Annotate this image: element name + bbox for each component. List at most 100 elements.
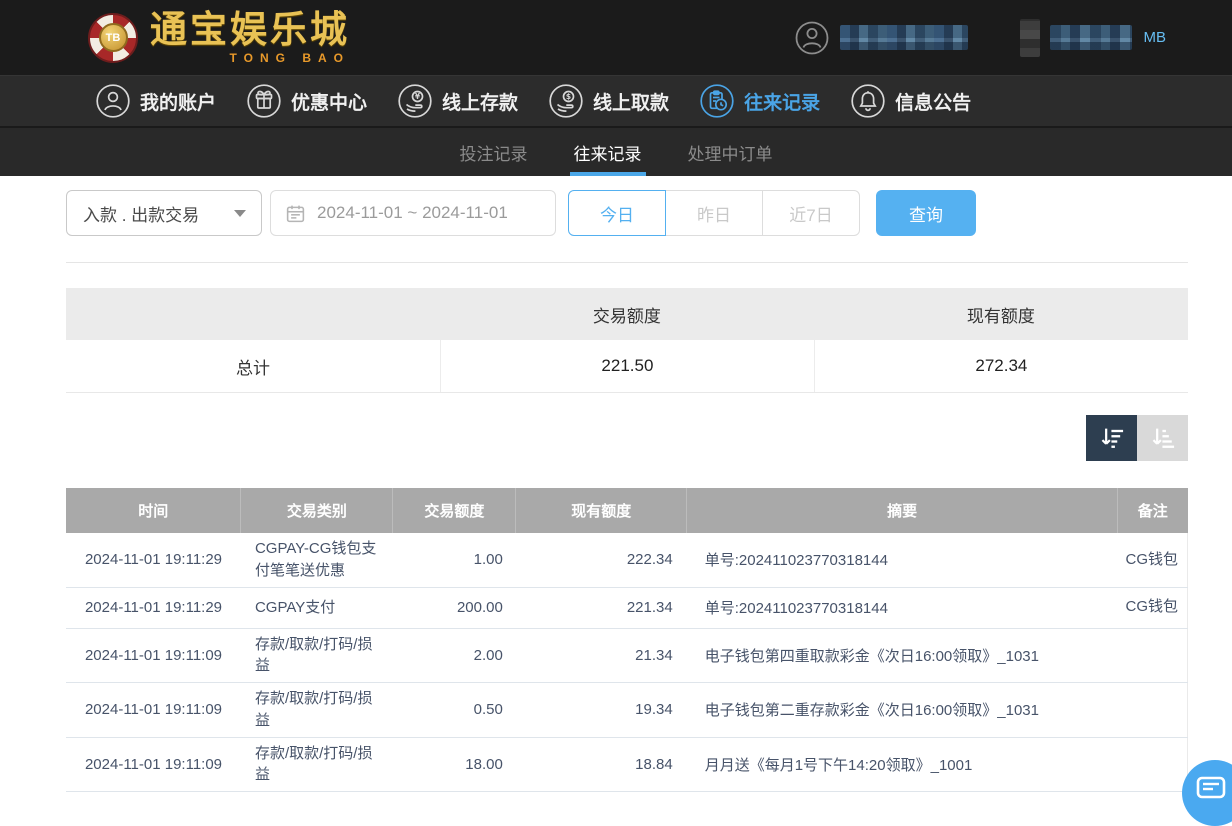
cell-summary: 单号:202411023770318144 [687,587,1118,628]
cell-time: 2024-11-01 19:11:09 [66,628,241,683]
quick-date-group: 今日 昨日 近7日 [568,190,860,236]
yesterday-button[interactable]: 昨日 [665,190,763,236]
poker-chip-icon: TB [88,13,138,63]
cell-balance: 222.34 [516,533,687,587]
bell-icon [850,83,886,119]
withdraw-icon: $ [548,83,584,119]
record-tabs: 投注记录 往来记录 处理中订单 [0,126,1232,176]
nav-my-account[interactable]: 我的账户 [95,83,216,119]
brand-text: 通宝娱乐城 TONG BAO [150,11,350,65]
select-value: 入款 . 出款交易 [83,201,199,226]
cell-remark [1117,628,1187,683]
service-chat-icon [1182,760,1232,826]
cell-amount: 1.00 [393,533,516,587]
cell-amount: 2.00 [393,628,516,683]
cell-remark [1117,737,1187,792]
currency-label: MB [1144,29,1167,46]
col-remarks: 备注 [1117,488,1187,533]
profile-icon [794,20,830,56]
sort-ascending-button[interactable] [1137,415,1188,461]
col-time: 时间 [66,488,241,533]
table-row: 2024-11-01 19:11:09 存款/取款/打码/损益 0.50 19.… [66,683,1188,738]
records-table: 时间 交易类别 交易额度 现有额度 摘要 备注 2024-11-01 19:11… [66,488,1188,792]
cell-time: 2024-11-01 19:11:29 [66,533,241,587]
cell-amount: 18.00 [393,737,516,792]
cell-type: CGPAY-CG钱包支付笔笔送优惠 [241,533,393,587]
nav-label: 线上取款 [593,88,669,115]
col-transaction-amount: 交易额度 [393,488,516,533]
username-redacted [840,25,968,50]
summary-transaction-total: 221.50 [440,340,814,392]
nav-online-deposit[interactable]: ¥ 线上存款 [397,83,518,119]
query-button[interactable]: 查询 [876,190,976,236]
records-icon [699,83,735,119]
nav-transaction-records[interactable]: 往来记录 [699,83,820,119]
table-row: 2024-11-01 19:11:29 CGPAY支付 200.00 221.3… [66,587,1188,628]
balance-icon-redacted [1020,19,1040,57]
main-content: 入款 . 出款交易 2024-11-01 ~ 2024-11-01 今日 昨日 … [66,190,1188,792]
cell-type: 存款/取款/打码/损益 [241,683,393,738]
svg-text:$: $ [566,92,571,101]
brand-name-cn: 通宝娱乐城 [150,11,350,48]
section-divider [66,262,1188,263]
sort-descending-icon [1098,424,1126,452]
gift-icon [246,83,282,119]
last7days-button[interactable]: 近7日 [762,190,860,236]
svg-text:¥: ¥ [415,92,421,101]
deposit-icon: ¥ [397,83,433,119]
cell-summary: 电子钱包第四重取款彩金《次日16:00领取》_1031 [687,628,1118,683]
cell-balance: 18.84 [516,737,687,792]
cell-balance: 221.34 [516,587,687,628]
top-header: TB 通宝娱乐城 TONG BAO MB [0,0,1232,75]
cell-remark: CG钱包 [1117,587,1187,628]
nav-label: 往来记录 [744,88,820,115]
tab-processing-orders[interactable]: 处理中订单 [684,128,777,176]
calendar-icon [285,203,306,224]
date-range-input[interactable]: 2024-11-01 ~ 2024-11-01 [270,190,556,236]
nav-online-withdraw[interactable]: $ 线上取款 [548,83,669,119]
customer-service-button[interactable] [1182,760,1232,826]
nav-label: 我的账户 [140,88,216,115]
nav-label: 信息公告 [895,88,971,115]
date-range-value: 2024-11-01 ~ 2024-11-01 [317,203,508,223]
sort-descending-button[interactable] [1086,415,1137,461]
brand-logo[interactable]: TB 通宝娱乐城 TONG BAO [88,11,350,65]
user-bar: MB [794,19,1167,57]
account-summary[interactable] [794,20,968,56]
summary-total-row: 总计 221.50 272.34 [66,340,1188,393]
col-current-balance: 现有额度 [516,488,687,533]
sort-ascending-icon [1149,424,1177,452]
transaction-type-select[interactable]: 入款 . 出款交易 [66,190,262,236]
chevron-down-icon [234,210,246,217]
summary-table: 交易额度 现有额度 总计 221.50 272.34 [66,288,1188,393]
summary-total-label: 总计 [66,354,440,379]
user-icon [95,83,131,119]
today-button[interactable]: 今日 [568,190,666,236]
cell-type: CGPAY支付 [241,587,393,628]
col-type: 交易类别 [241,488,393,533]
cell-summary: 单号:202411023770318144 [687,533,1118,587]
cell-balance: 21.34 [516,628,687,683]
nav-announcements[interactable]: 信息公告 [850,83,971,119]
nav-promotions[interactable]: 优惠中心 [246,83,367,119]
cell-summary: 电子钱包第二重存款彩金《次日16:00领取》_1031 [687,683,1118,738]
cell-time: 2024-11-01 19:11:29 [66,587,241,628]
table-row: 2024-11-01 19:11:09 存款/取款/打码/损益 18.00 18… [66,737,1188,792]
table-row: 2024-11-01 19:11:09 存款/取款/打码/损益 2.00 21.… [66,628,1188,683]
tab-betting-records[interactable]: 投注记录 [456,128,532,176]
table-row: 2024-11-01 19:11:29 CGPAY-CG钱包支付笔笔送优惠 1.… [66,533,1188,587]
cell-balance: 19.34 [516,683,687,738]
cell-type: 存款/取款/打码/损益 [241,737,393,792]
tab-label: 处理中订单 [688,140,773,165]
tab-label: 投注记录 [460,140,528,165]
cell-summary: 月月送《每月1号下午14:20领取》_1001 [687,737,1118,792]
brand-name-en: TONG BAO [150,51,350,65]
sort-controls [66,415,1188,461]
cell-time: 2024-11-01 19:11:09 [66,737,241,792]
chip-monogram: TB [99,23,128,52]
cell-type: 存款/取款/打码/损益 [241,628,393,683]
tab-transaction-records[interactable]: 往来记录 [570,128,646,176]
cell-remark: CG钱包 [1117,533,1187,587]
nav-label: 优惠中心 [291,88,367,115]
balance-summary[interactable]: MB [1020,19,1167,57]
